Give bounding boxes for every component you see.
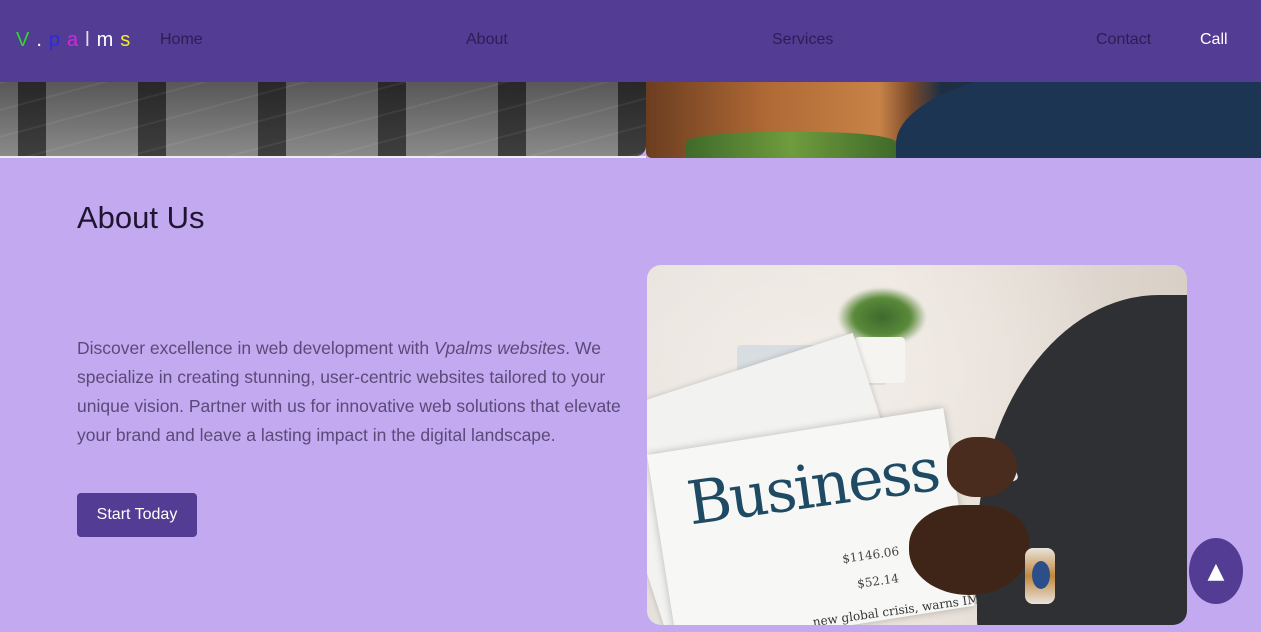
navbar: V. palms Home About Services Contact Call — [0, 0, 1261, 82]
start-today-button[interactable]: Start Today — [77, 493, 197, 537]
about-description: Discover excellence in web development w… — [77, 334, 637, 450]
business-newspaper-image: Business $1146.06 $52.14 new global cris… — [647, 265, 1187, 625]
logo-letter: s — [120, 29, 131, 51]
logo-letter: p — [48, 29, 61, 51]
nav-link-call[interactable]: Call — [1200, 31, 1228, 49]
nav-link-services[interactable]: Services — [772, 31, 833, 49]
about-text-part-1: Discover excellence in web development w… — [77, 338, 434, 358]
nav-link-home[interactable]: Home — [160, 31, 203, 49]
logo-letter: a — [67, 29, 79, 51]
logo-letter: V — [16, 29, 30, 51]
nav-link-about[interactable]: About — [466, 31, 508, 49]
scroll-to-top-button[interactable]: ▲ — [1189, 538, 1243, 604]
hero-divider — [0, 156, 646, 158]
logo-letter: m — [96, 29, 114, 51]
nav-link-contact[interactable]: Contact — [1096, 31, 1151, 49]
logo-letter: . — [36, 29, 42, 51]
arrow-up-icon: ▲ — [1207, 558, 1225, 584]
about-text-brand: Vpalms websites — [433, 338, 566, 358]
site-logo[interactable]: V. palms — [16, 29, 130, 52]
logo-letter: l — [85, 29, 90, 51]
about-title: About Us — [77, 200, 205, 235]
